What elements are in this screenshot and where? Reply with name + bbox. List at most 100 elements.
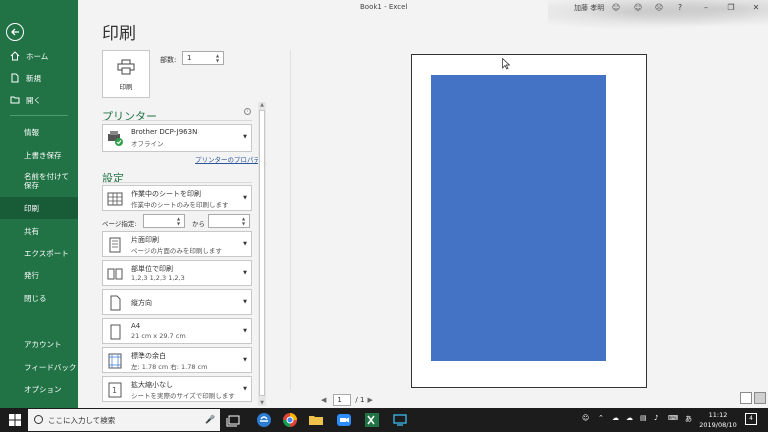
copies-value: 1 xyxy=(187,54,192,62)
pages-from-input[interactable]: ▲ ▼ xyxy=(143,214,185,228)
nav-close[interactable]: 閉じる xyxy=(0,287,78,309)
nav-close-label: 閉じる xyxy=(24,293,47,303)
nav-info[interactable]: 情報 xyxy=(0,121,78,143)
smile-feedback-icon[interactable]: ☺ xyxy=(632,2,644,14)
page-navigator: ◀ 1 / 1 ▶ xyxy=(318,394,376,406)
ime-indicator[interactable]: あ xyxy=(685,414,692,424)
nav-options[interactable]: オプション xyxy=(0,378,78,400)
zoom-app-icon[interactable] xyxy=(336,412,352,428)
scroll-down-icon[interactable]: ▼ xyxy=(258,400,266,406)
frown-feedback-icon[interactable]: ☹ xyxy=(653,2,665,14)
nav-save[interactable]: 上書き保存 xyxy=(0,144,78,166)
cortana-icon xyxy=(34,415,43,424)
collation-dropdown[interactable]: 部単位で印刷 1,2,3 1,2,3 1,2,3 ▼ xyxy=(102,260,252,286)
chevron-down-icon: ▼ xyxy=(243,270,247,276)
pages-to-input[interactable]: ▲ ▼ xyxy=(208,214,250,228)
remote-desktop-icon[interactable] xyxy=(392,412,408,428)
sides-dropdown[interactable]: 片面印刷 ページの片面のみを印刷します ▼ xyxy=(102,231,252,257)
copies-spinner[interactable]: ▲ ▼ xyxy=(216,53,222,63)
excel-app-icon[interactable] xyxy=(364,412,380,428)
sidebar-divider xyxy=(10,115,68,116)
task-view-icon[interactable] xyxy=(226,412,242,428)
paper-size-dropdown[interactable]: A4 21 cm x 29.7 cm ▼ xyxy=(102,318,252,344)
printer-status: オフライン xyxy=(131,140,164,148)
nav-feedback[interactable]: フィードバック xyxy=(0,356,78,378)
printer-dropdown[interactable]: Brother DCP-J963N オフライン ▼ xyxy=(102,124,252,152)
nav-new[interactable]: 新規 xyxy=(0,67,78,89)
account-icon[interactable]: ☺ xyxy=(610,2,622,14)
volume-icon[interactable]: ♪ xyxy=(654,414,658,422)
portrait-icon xyxy=(110,295,121,311)
copies-input[interactable]: 1 ▲ ▼ xyxy=(182,51,224,65)
show-hidden-icons-icon[interactable]: ⌃ xyxy=(598,414,604,422)
margins-dropdown[interactable]: 標準の余白 左: 1.78 cm 右: 1.78 cm ▼ xyxy=(102,347,252,373)
printer-heading: プリンター xyxy=(102,110,157,123)
nav-account[interactable]: アカウント xyxy=(0,333,78,355)
print-scope-title: 作業中のシートを印刷 xyxy=(131,190,201,198)
svg-text:1: 1 xyxy=(112,386,117,395)
printer-status-icon xyxy=(108,131,123,146)
close-icon[interactable]: ✕ xyxy=(750,2,762,14)
people-icon[interactable]: ☺ xyxy=(582,414,589,422)
chevron-down-icon: ▼ xyxy=(243,241,247,247)
preview-page xyxy=(411,54,647,388)
keyboard-icon[interactable]: ⌨ xyxy=(668,414,678,422)
settings-scrollbar[interactable]: ▲ ▼ xyxy=(258,102,266,406)
scaling-dropdown[interactable]: 1 拡大縮小なし シートを実際のサイズで印刷します ▼ xyxy=(102,376,252,402)
minimize-icon[interactable]: – xyxy=(700,2,712,14)
clock-date: 2019/08/10 xyxy=(699,421,737,429)
zoom-to-page-button[interactable] xyxy=(754,392,766,404)
print-preview: ◀ 1 / 1 ▶ xyxy=(290,30,768,408)
print-scope-dropdown[interactable]: 作業中のシートを印刷 作業中のシートのみを印刷します ▼ xyxy=(102,185,252,211)
previous-page-icon[interactable]: ◀ xyxy=(318,396,329,404)
next-page-icon[interactable]: ▶ xyxy=(364,396,375,404)
nav-publish-label: 発行 xyxy=(24,270,39,280)
print-scope-desc: 作業中のシートのみを印刷します xyxy=(131,201,229,209)
taskbar-search-box[interactable]: ここに入力して検索 🎤 xyxy=(28,409,220,431)
print-button[interactable]: 印刷 xyxy=(102,50,150,98)
pages-to-spinner[interactable]: ▲ ▼ xyxy=(242,216,248,226)
info-icon[interactable]: i xyxy=(244,108,251,115)
pages-from-spinner[interactable]: ▲ ▼ xyxy=(177,216,183,226)
nav-new-label: 新規 xyxy=(26,73,41,83)
printer-properties-link[interactable]: プリンターのプロパティ xyxy=(195,154,266,164)
orientation-title: 縦方向 xyxy=(131,299,152,307)
nav-publish[interactable]: 発行 xyxy=(0,264,78,286)
section-divider xyxy=(102,120,252,121)
file-explorer-icon[interactable] xyxy=(308,412,324,428)
nav-open[interactable]: 開く xyxy=(0,89,78,111)
edge-browser-icon[interactable] xyxy=(256,412,272,428)
help-icon[interactable]: ? xyxy=(674,2,686,14)
microphone-icon[interactable]: 🎤 xyxy=(205,415,215,424)
windows-start-icon[interactable] xyxy=(9,414,21,426)
clock-time: 11:12 xyxy=(708,411,728,419)
network-icon[interactable]: ▤ xyxy=(640,414,647,422)
chrome-browser-icon[interactable] xyxy=(282,412,298,428)
cloud-icon[interactable]: ☁ xyxy=(626,414,633,422)
nav-save-as[interactable]: 名前を付けて保存 xyxy=(0,168,78,194)
scroll-up-icon[interactable]: ▲ xyxy=(258,102,266,108)
orientation-dropdown[interactable]: 縦方向 ▼ xyxy=(102,289,252,315)
chevron-down-icon: ▼ xyxy=(243,386,247,392)
nav-export[interactable]: エクスポート xyxy=(0,242,78,264)
margins-desc: 左: 1.78 cm 右: 1.78 cm xyxy=(131,363,208,371)
paper-size-desc: 21 cm x 29.7 cm xyxy=(131,332,186,340)
scrollbar-thumb[interactable] xyxy=(259,110,265,396)
restore-icon[interactable]: ❐ xyxy=(725,2,737,14)
nav-options-label: オプション xyxy=(24,384,62,394)
page-number-input[interactable]: 1 xyxy=(333,394,352,406)
taskbar-clock[interactable]: 11:12 2019/08/10 xyxy=(698,410,738,430)
back-button[interactable] xyxy=(6,23,24,41)
copies-label: 部数: xyxy=(160,56,177,64)
user-name[interactable]: 加藤 孝明 xyxy=(574,3,604,13)
nav-print[interactable]: 印刷 xyxy=(0,197,78,219)
nav-share[interactable]: 共有 xyxy=(0,220,78,242)
show-margins-button[interactable] xyxy=(740,392,752,404)
nav-home[interactable]: ホーム xyxy=(0,45,78,67)
onedrive-icon[interactable]: ☁ xyxy=(612,414,619,422)
nav-feedback-label: フィードバック xyxy=(24,362,77,372)
page-count: / 1 xyxy=(355,396,365,404)
action-center-button[interactable]: 4 xyxy=(745,413,757,425)
chevron-down-icon: ▼ xyxy=(243,195,247,201)
mouse-cursor-icon xyxy=(502,58,510,70)
